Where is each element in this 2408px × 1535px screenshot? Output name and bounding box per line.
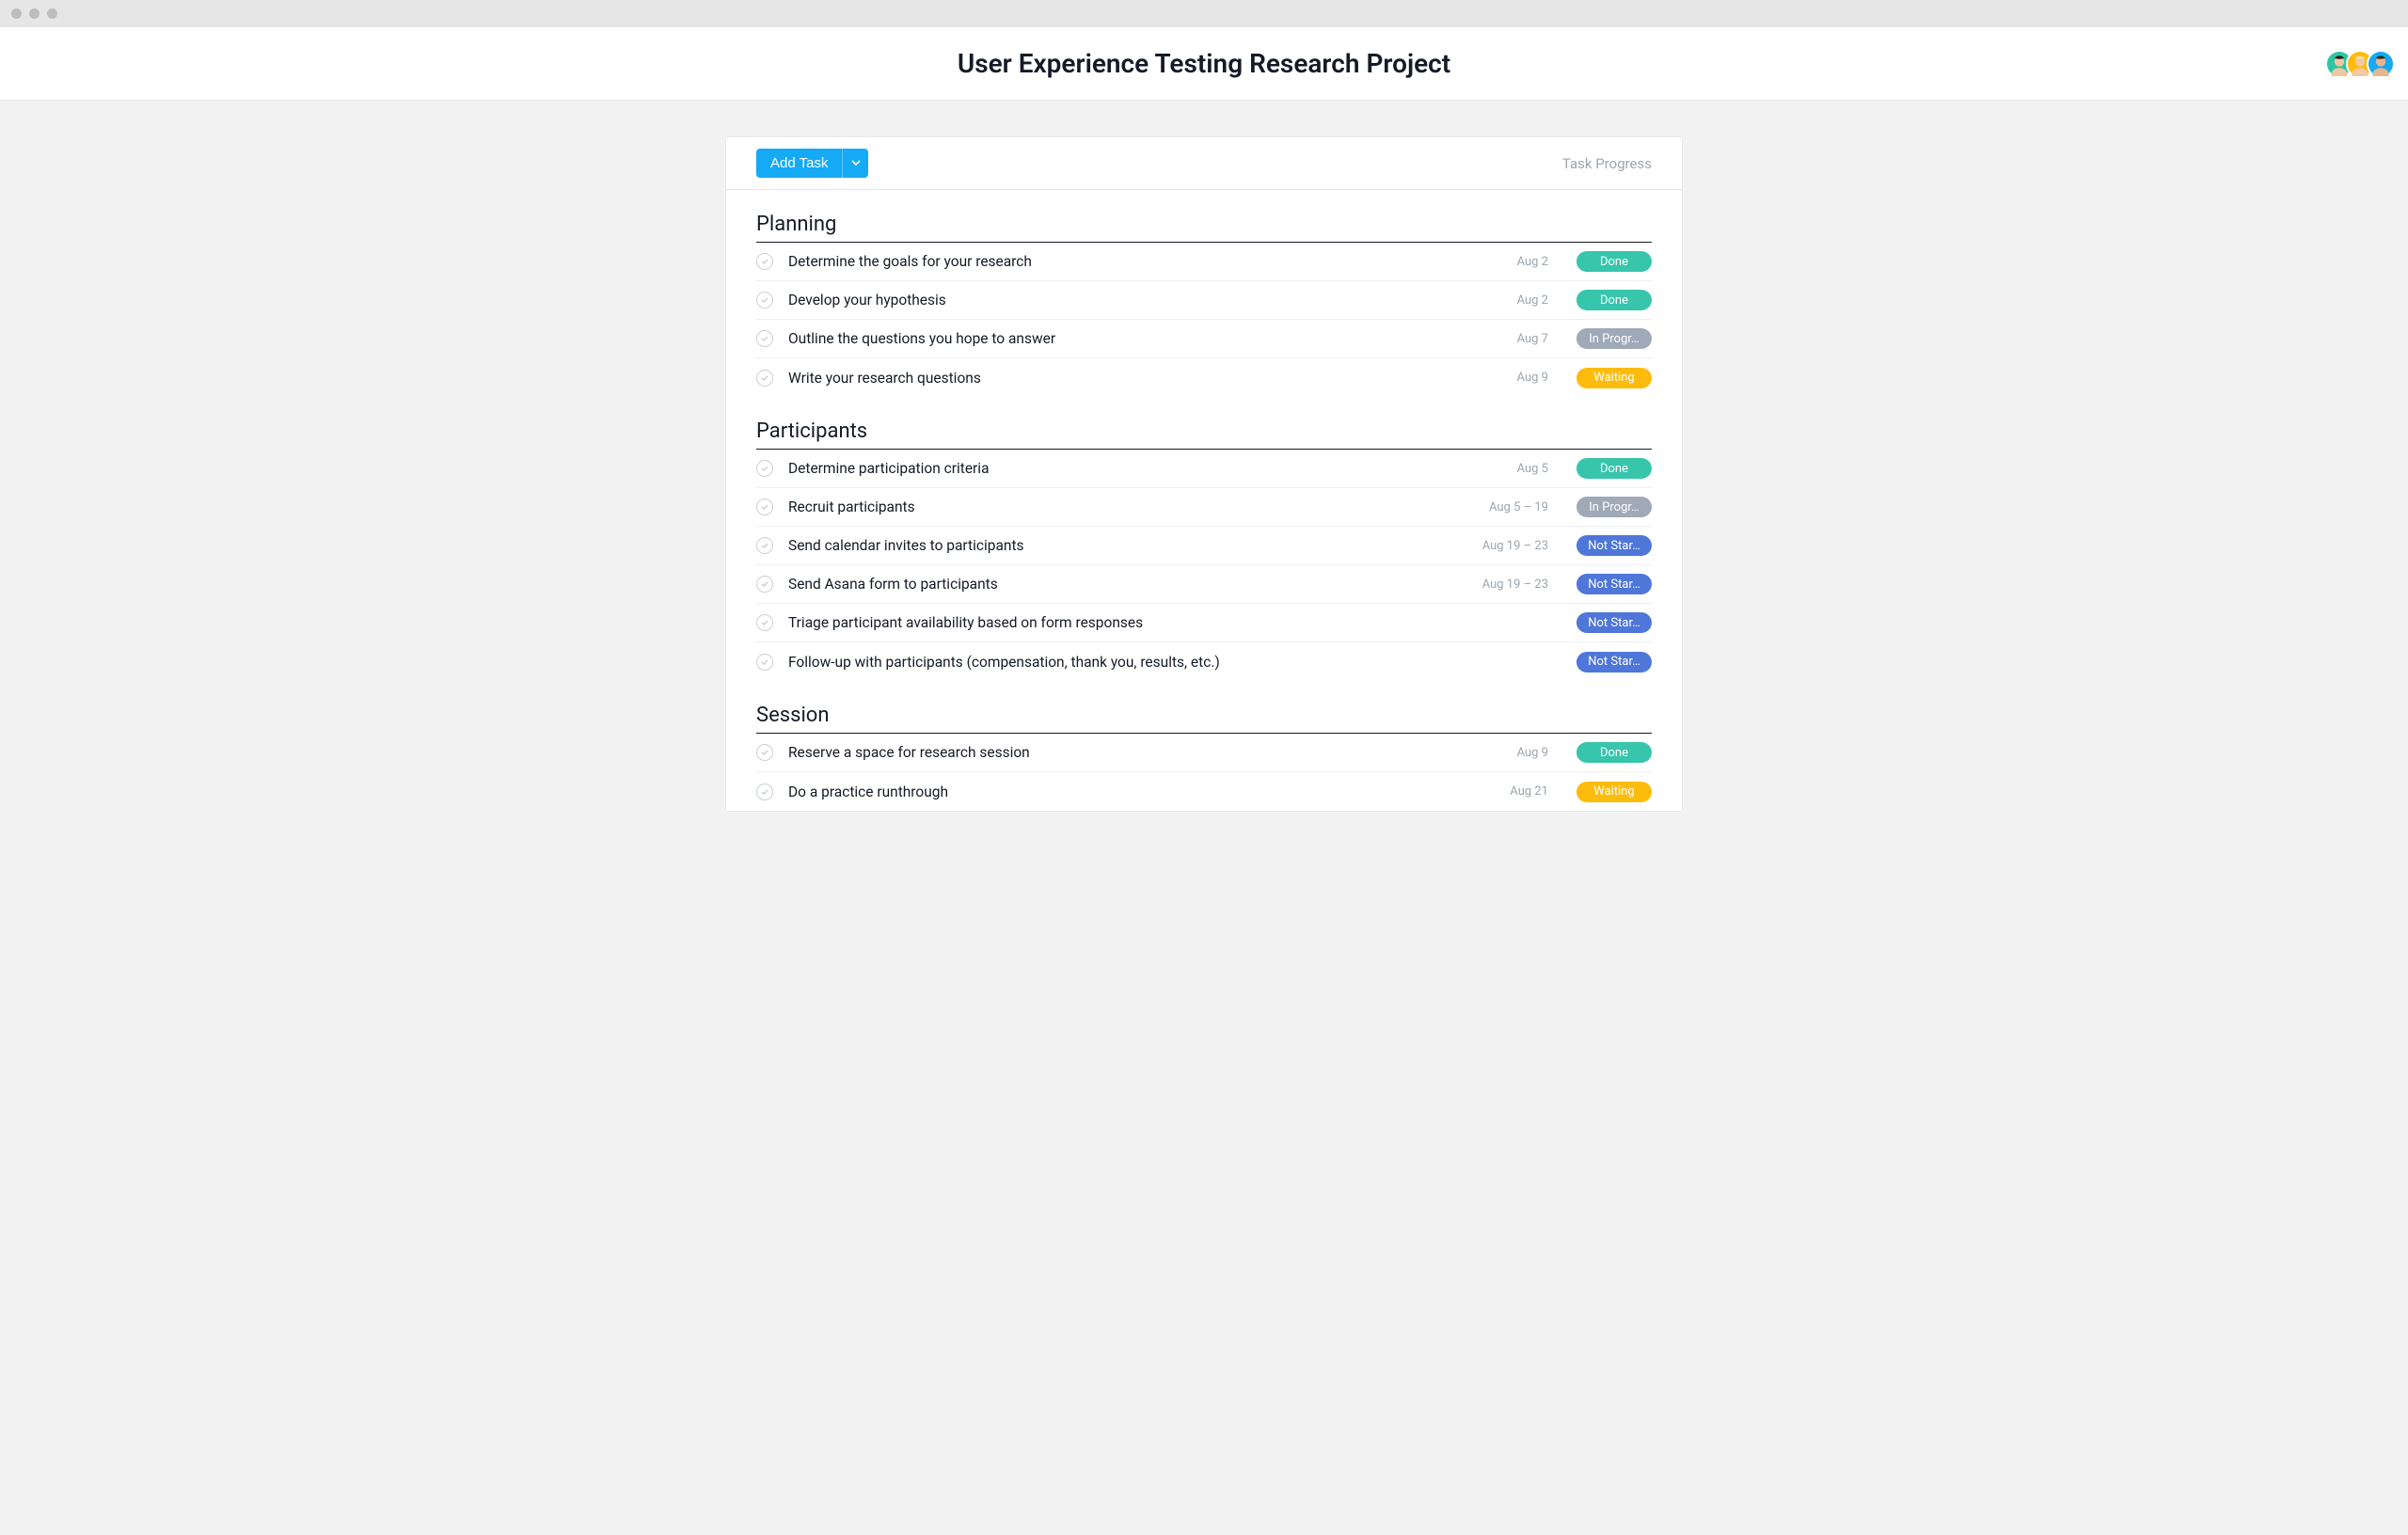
check-icon[interactable] [756,576,773,593]
status-badge[interactable]: Not Star… [1576,652,1652,673]
task-name[interactable]: Write your research questions [788,370,1473,387]
status-badge[interactable]: Not Star… [1576,612,1652,633]
task-name[interactable]: Determine the goals for your research [788,253,1473,270]
check-icon[interactable] [756,460,773,477]
status-badge[interactable]: Done [1576,251,1652,272]
check-icon[interactable] [756,292,773,309]
status-badge[interactable]: Done [1576,458,1652,479]
task-progress-link[interactable]: Task Progress [1562,155,1652,172]
task-row[interactable]: Determine the goals for your researchAug… [756,243,1652,281]
traffic-light-minimize[interactable] [29,8,40,19]
task-date[interactable]: Aug 19 – 23 [1473,578,1576,592]
task-name[interactable]: Recruit participants [788,498,1473,515]
status-badge[interactable]: Done [1576,290,1652,310]
check-icon[interactable] [756,654,773,671]
task-panel: Add Task Task Progress PlanningDetermine… [725,136,1683,812]
header: User Experience Testing Research Project [0,27,2408,101]
check-icon[interactable] [756,614,773,631]
status-badge[interactable]: Waiting [1576,368,1652,388]
status-badge[interactable]: Not Star… [1576,535,1652,556]
task-row[interactable]: Develop your hypothesisAug 2Done [756,281,1652,320]
task-section: PlanningDetermine the goals for your res… [726,190,1682,397]
task-name[interactable]: Develop your hypothesis [788,292,1473,309]
task-row[interactable]: Follow-up with participants (compensatio… [756,642,1652,681]
task-row[interactable]: Triage participant availability based on… [756,604,1652,642]
add-task-dropdown-button[interactable] [842,149,868,178]
status-badge[interactable]: In Progr… [1576,328,1652,349]
task-name[interactable]: Triage participant availability based on… [788,614,1473,631]
status-badge[interactable]: In Progr… [1576,497,1652,517]
task-date[interactable]: Aug 9 [1473,371,1576,385]
traffic-light-close[interactable] [11,8,22,19]
section-title[interactable]: Participants [756,397,1652,450]
task-name[interactable]: Determine participation criteria [788,460,1473,477]
task-row[interactable]: Write your research questionsAug 9Waitin… [756,358,1652,397]
window-chrome [0,0,2408,27]
task-row[interactable]: Recruit participantsAug 5 – 19In Progr… [756,488,1652,527]
project-members [2325,50,2395,78]
check-icon[interactable] [756,783,773,800]
add-task-button[interactable]: Add Task [756,149,842,178]
check-icon[interactable] [756,370,773,387]
chevron-down-icon [851,156,861,170]
task-name[interactable]: Reserve a space for research session [788,744,1473,761]
task-date[interactable]: Aug 21 [1473,784,1576,799]
section-title[interactable]: Session [756,681,1652,734]
content: Add Task Task Progress PlanningDetermine… [0,101,2408,812]
task-name[interactable]: Send calendar invites to participants [788,537,1473,554]
task-date[interactable]: Aug 2 [1473,293,1576,308]
task-date[interactable]: Aug 19 – 23 [1473,539,1576,553]
check-icon[interactable] [756,253,773,270]
task-name[interactable]: Do a practice runthrough [788,783,1473,800]
task-name[interactable]: Outline the questions you hope to answer [788,330,1473,347]
check-icon[interactable] [756,498,773,515]
status-badge[interactable]: Waiting [1576,782,1652,802]
task-row[interactable]: Determine participation criteriaAug 5Don… [756,450,1652,488]
check-icon[interactable] [756,330,773,347]
section-title[interactable]: Planning [756,190,1652,243]
task-date[interactable]: Aug 9 [1473,746,1576,760]
task-row[interactable]: Do a practice runthroughAug 21Waiting [756,772,1652,811]
task-row[interactable]: Reserve a space for research sessionAug … [756,734,1652,772]
status-badge[interactable]: Not Star… [1576,574,1652,594]
check-icon[interactable] [756,744,773,761]
status-badge[interactable]: Done [1576,742,1652,763]
avatar[interactable] [2367,50,2395,78]
task-section: ParticipantsDetermine participation crit… [726,397,1682,681]
task-section: SessionReserve a space for research sess… [726,681,1682,811]
task-row[interactable]: Send calendar invites to participantsAug… [756,527,1652,565]
task-date[interactable]: Aug 2 [1473,255,1576,269]
check-icon[interactable] [756,537,773,554]
page-title: User Experience Testing Research Project [958,48,1450,79]
task-name[interactable]: Send Asana form to participants [788,576,1473,593]
task-name[interactable]: Follow-up with participants (compensatio… [788,654,1473,671]
add-task-group: Add Task [756,149,868,178]
traffic-light-zoom[interactable] [47,8,57,19]
task-row[interactable]: Send Asana form to participantsAug 19 – … [756,565,1652,604]
toolbar: Add Task Task Progress [726,137,1682,190]
task-date[interactable]: Aug 7 [1473,332,1576,346]
task-date[interactable]: Aug 5 [1473,462,1576,476]
task-row[interactable]: Outline the questions you hope to answer… [756,320,1652,358]
task-date[interactable]: Aug 5 – 19 [1473,500,1576,514]
